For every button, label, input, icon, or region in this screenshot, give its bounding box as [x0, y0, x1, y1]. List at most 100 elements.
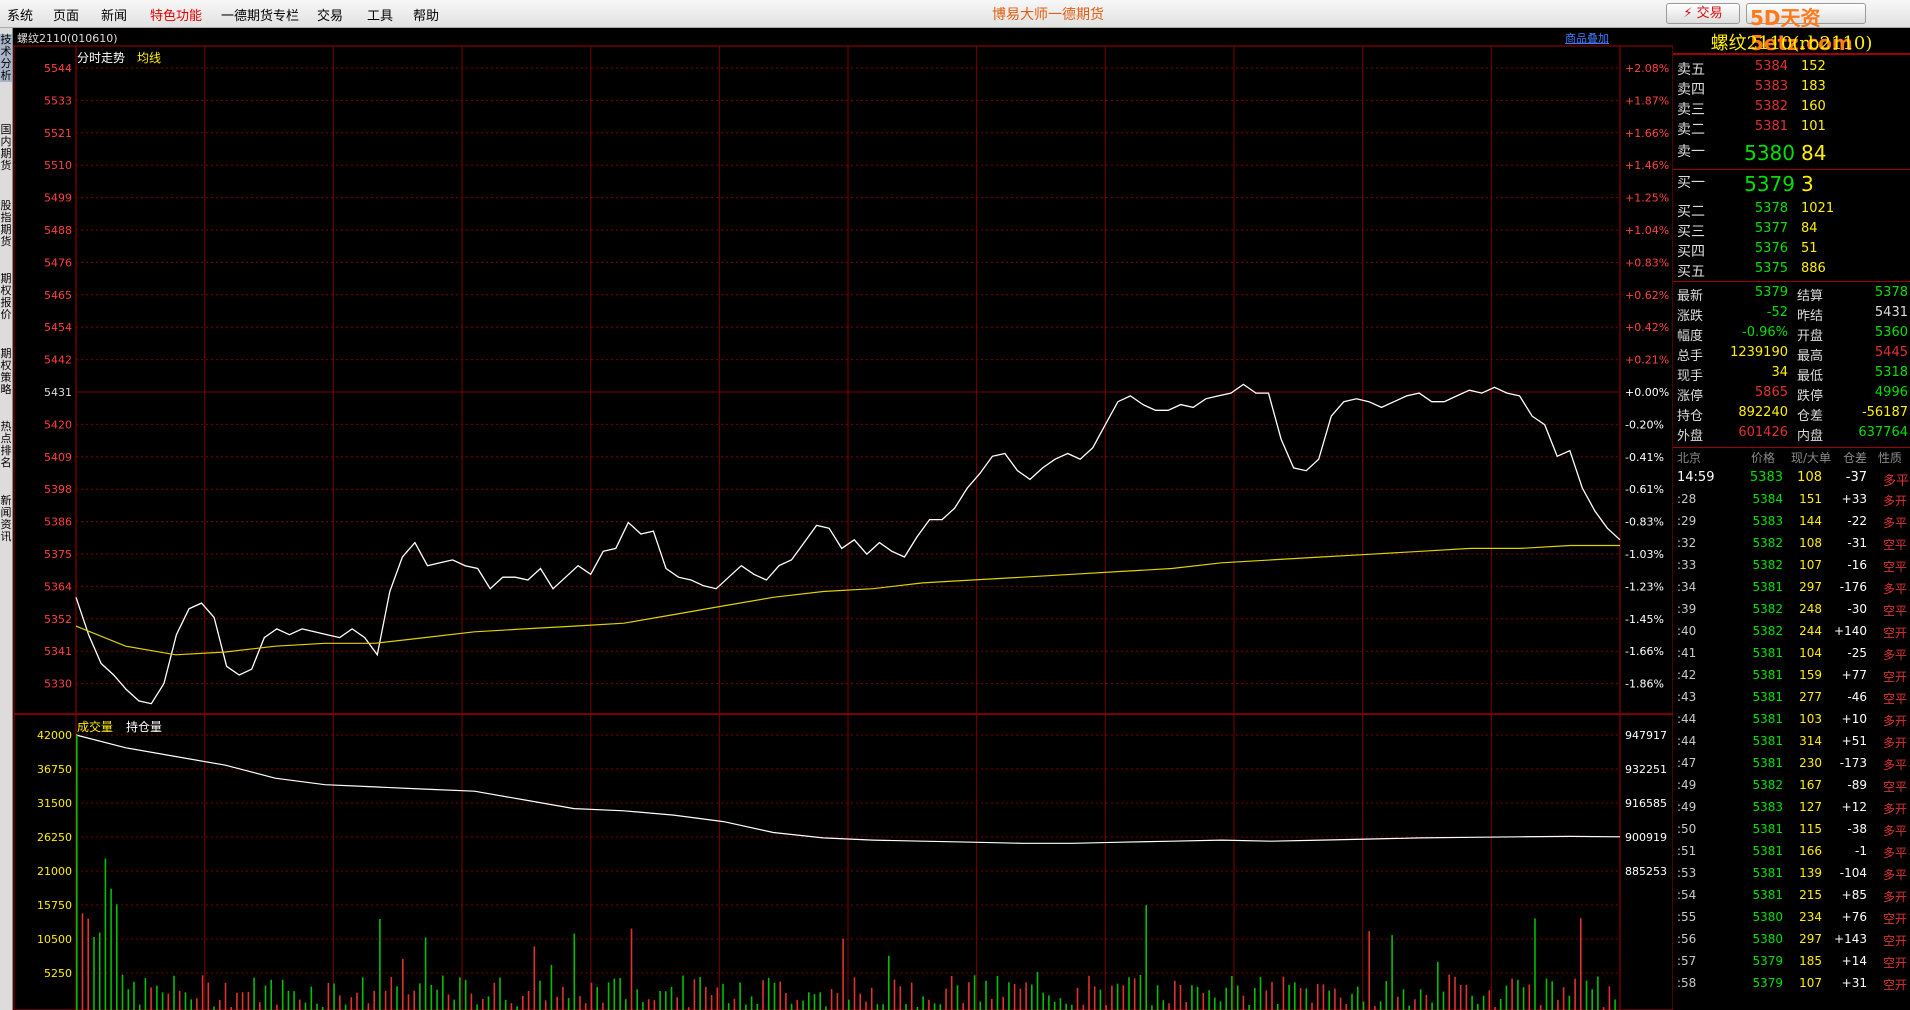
tick-row[interactable]: :49 5383 127 +12 多开: [1673, 800, 1910, 818]
trade-button[interactable]: ⚡ 交易: [1666, 3, 1740, 24]
tick-time: :49: [1677, 800, 1697, 814]
volume-bar: [1534, 918, 1536, 1010]
volume-bar: [613, 978, 616, 1010]
bid-level[interactable]: 买二 5378 1021: [1673, 201, 1910, 221]
volume-bar: [350, 997, 353, 1010]
bid-level[interactable]: 买四 5376 51: [1673, 241, 1910, 261]
stat-label: 结算: [1797, 289, 1824, 304]
tick-row[interactable]: :47 5381 230 -173 多平: [1673, 756, 1910, 774]
tick-volume: 244: [1799, 624, 1822, 638]
stat-label: 幅度: [1677, 329, 1704, 344]
tick-oi-change: -173: [1839, 756, 1867, 770]
volume-bar: [1419, 989, 1422, 1010]
tick-row[interactable]: :39 5382 248 -30 空平: [1673, 602, 1910, 620]
volume-bar: [333, 983, 335, 1010]
volume-bar: [870, 987, 873, 1010]
tick-row[interactable]: :57 5379 185 +14 空开: [1673, 954, 1910, 972]
book-volume: 152: [1801, 59, 1826, 74]
volume-bar: [1116, 983, 1119, 1010]
volume-bar: [556, 996, 558, 1010]
volume-bar: [1339, 997, 1342, 1010]
tick-row[interactable]: :44 5381 314 +51 多开: [1673, 734, 1910, 752]
tick-oi-change: -30: [1847, 602, 1867, 616]
stat-label: 现手: [1677, 369, 1704, 384]
tick-price: 5383: [1749, 470, 1783, 485]
volume-bar: [808, 992, 810, 1010]
volume-bar: [910, 982, 913, 1010]
volume-bar: [1608, 986, 1611, 1010]
stat-label: 最新: [1677, 289, 1704, 304]
tick-nature: 空平: [1883, 604, 1908, 618]
intraday-chart[interactable]: 5544 +2.08% 5533 +1.87% 5521 +1.66% 5510 +1.46%…: [0, 0, 1673, 1010]
tick-row[interactable]: :44 5381 103 +10 多开: [1673, 712, 1910, 730]
volume-bar: [1048, 995, 1050, 1010]
volume-bar: [1425, 995, 1428, 1010]
ask-level[interactable]: 卖二 5381 101: [1673, 119, 1910, 139]
stat-label: 仓差: [1797, 409, 1824, 424]
tick-row[interactable]: :43 5381 277 -46 空平: [1673, 690, 1910, 708]
tick-row[interactable]: :58 5379 107 +31 空开: [1673, 976, 1910, 994]
tick-header-cell: 性质: [1878, 451, 1903, 465]
add-product-link[interactable]: 商品叠加: [1565, 30, 1609, 46]
tick-nature: 多开: [1883, 802, 1908, 816]
tick-row[interactable]: :42 5381 159 +77 空开: [1673, 668, 1910, 686]
tick-oi-change: +77: [1841, 668, 1867, 682]
volume-bar: [270, 979, 272, 1010]
ask-level[interactable]: 卖四 5383 183: [1673, 79, 1910, 99]
tick-time: :43: [1677, 690, 1697, 704]
tick-row[interactable]: :54 5381 215 +85 多开: [1673, 888, 1910, 906]
volume-bar: [1414, 999, 1416, 1010]
tab-average[interactable]: 均线: [137, 49, 161, 66]
tick-nature: 多平: [1883, 868, 1908, 882]
stat-value: 5378: [1874, 285, 1908, 300]
tab-open-interest[interactable]: 持仓量: [126, 718, 162, 735]
volume-bar: [1597, 976, 1599, 1010]
tab-intraday[interactable]: 分时走势: [77, 49, 125, 66]
tick-volume: 108: [1797, 470, 1822, 485]
tick-price: 5382: [1752, 558, 1783, 572]
volume-bar: [682, 975, 684, 1010]
bid-level[interactable]: 买三 5377 84: [1673, 221, 1910, 241]
bid-level[interactable]: 买五 5375 886: [1673, 261, 1910, 281]
volume-bar: [670, 986, 673, 1010]
volume-bar: [1505, 985, 1508, 1010]
volume-bar: [985, 980, 987, 1010]
stat-value: 5360: [1874, 325, 1908, 340]
volume-bar: [539, 980, 541, 1010]
tick-row[interactable]: :33 5382 107 -16 空平: [1673, 558, 1910, 576]
volume-bar: [173, 975, 175, 1010]
tick-row[interactable]: :41 5381 104 -25 多平: [1673, 646, 1910, 664]
volume-bar: [905, 1004, 907, 1010]
tick-row[interactable]: :49 5382 167 -89 空平: [1673, 778, 1910, 796]
volume-bar: [1299, 988, 1302, 1010]
volume-bar: [1099, 989, 1102, 1010]
tick-row[interactable]: :56 5380 297 +143 空开: [1673, 932, 1910, 950]
ask-1[interactable]: 卖一 5380 84: [1673, 141, 1910, 165]
tick-row[interactable]: :40 5382 244 +140 空开: [1673, 624, 1910, 642]
volume-bar: [625, 999, 627, 1010]
tick-nature: 多平: [1883, 516, 1908, 530]
tick-row[interactable]: :51 5381 166 -1 多平: [1673, 844, 1910, 862]
volume-bar: [127, 989, 130, 1010]
volume-bar: [1511, 978, 1513, 1010]
tick-price: 5382: [1752, 624, 1783, 638]
volume-bar: [110, 888, 112, 1010]
tick-row[interactable]: :32 5382 108 -31 空平: [1673, 536, 1910, 554]
tick-row[interactable]: :34 5381 297 -176 多平: [1673, 580, 1910, 598]
tick-row[interactable]: 14:59 5383 108 -37 多平: [1673, 470, 1910, 489]
ask-level[interactable]: 卖五 5384 152: [1673, 59, 1910, 79]
tick-row[interactable]: :28 5384 151 +33 多开: [1673, 492, 1910, 510]
volume-bar: [1591, 989, 1593, 1010]
tick-volume: 108: [1799, 536, 1822, 550]
tick-row[interactable]: :50 5381 115 -38 多平: [1673, 822, 1910, 840]
tick-row[interactable]: :55 5380 234 +76 空开: [1673, 910, 1910, 928]
ask-level[interactable]: 卖三 5382 160: [1673, 99, 1910, 119]
volume-bar: [310, 986, 313, 1010]
volume-bar: [464, 979, 467, 1010]
volume-bar: [1128, 977, 1130, 1010]
tab-volume[interactable]: 成交量: [77, 718, 113, 735]
bid-1[interactable]: 买一 5379 3: [1673, 172, 1910, 196]
tick-row[interactable]: :29 5383 144 -22 多平: [1673, 514, 1910, 532]
tick-row[interactable]: :53 5381 139 -104 多平: [1673, 866, 1910, 884]
volume-bar: [1568, 995, 1571, 1010]
